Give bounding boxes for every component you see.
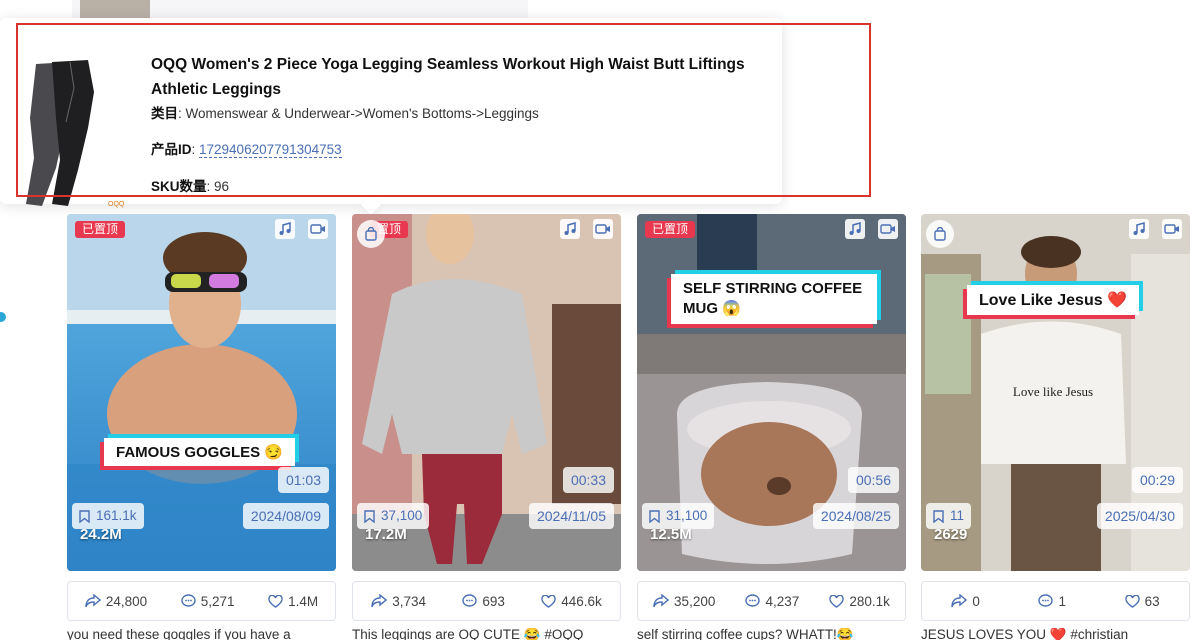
comment-value: 5,271 [200,593,235,609]
comment-icon [181,594,196,607]
like-value: 280.1k [849,593,890,609]
publish-date: 2024/11/05 [528,503,614,529]
heart-icon [1124,594,1140,608]
side-indicator-dot[interactable] [0,312,6,322]
views-count: 24.2M [80,526,122,543]
like-value: 63 [1144,593,1160,609]
video-description[interactable]: self stirring coffee cups? WHATT!😂 [637,628,906,640]
shopping-bag-icon [934,227,946,241]
shopping-bag-button[interactable] [357,220,385,248]
bookmark-icon [649,509,660,523]
video-duration: 00:56 [847,467,899,493]
video-description[interactable]: you need these goggles if you have a [67,628,336,640]
like-value: 446.6k [561,593,602,609]
heart-icon [268,594,283,608]
publish-date: 2024/08/25 [812,503,899,529]
comment-stat[interactable]: 693 [462,594,505,609]
share-stat[interactable]: 0 [951,594,980,609]
share-stat[interactable]: 24,800 [85,594,147,609]
shopping-bag-button[interactable] [926,220,954,248]
engagement-stats: 3,734 693 446.6k [352,581,621,621]
share-icon [85,594,101,608]
share-stat[interactable]: 35,200 [653,594,715,609]
comment-value: 693 [482,593,505,609]
pinned-badge: 已置顶 [645,221,696,238]
share-value: 0 [972,593,980,609]
music-icon[interactable] [560,219,580,239]
views-count: 17.2M [365,526,407,543]
shopping-bag-icon [365,227,377,241]
music-icon[interactable] [275,219,295,239]
comment-stat[interactable]: 1 [1038,594,1066,609]
like-stat[interactable]: 1.4M [268,594,318,609]
like-value: 1.4M [288,593,319,609]
views-count: 2629 [934,526,968,543]
comment-stat[interactable]: 4,237 [745,594,799,609]
shirt-print: Love like Jesus [1013,384,1093,399]
publish-date: 2025/04/30 [1096,503,1183,529]
brand-mark: OQQ [108,201,125,208]
publish-date: 2024/08/09 [242,503,329,529]
video-card[interactable]: 已置顶 FAMOUS GOGGLES 😏 01:03 161.1k 2024/0… [67,214,336,571]
comment-value: 4,237 [765,593,800,609]
views-count: 12.5M [650,526,692,543]
heart-icon [541,594,556,608]
video-icon[interactable] [593,219,613,239]
video-icon[interactable] [308,219,328,239]
bookmark-icon [933,509,944,523]
like-stat[interactable]: 280.1k [829,594,890,609]
video-caption: Love Like Jesus ❤️ [967,285,1139,315]
comment-icon [1038,594,1054,607]
video-duration: 00:33 [562,467,614,493]
engagement-stats: 35,200 4,237 280.1k [637,581,906,621]
pinned-badge: 已置顶 [75,221,126,238]
share-icon [653,594,670,608]
bookmark-icon [79,509,90,523]
heart-icon [829,594,845,608]
share-value: 3,734 [392,593,426,609]
comment-value: 1 [1058,593,1066,609]
video-duration: 00:29 [1131,467,1183,493]
like-stat[interactable]: 446.6k [541,594,602,609]
share-icon [951,594,968,608]
video-icon[interactable] [878,219,898,239]
video-icon[interactable] [1162,219,1182,239]
share-value: 24,800 [105,593,148,609]
comment-icon [462,594,478,607]
like-stat[interactable]: 63 [1124,593,1160,609]
music-icon[interactable] [1129,219,1149,239]
music-icon[interactable] [845,219,865,239]
video-card[interactable]: 已置顶 SELF STIRRING COFFEE MUG 😱 00:56 31,… [637,214,906,571]
video-description[interactable]: This leggings are OQ CUTE 😂 #OQQ [352,628,621,640]
comment-stat[interactable]: 5,271 [181,594,235,609]
video-caption: FAMOUS GOGGLES 😏 [104,438,296,466]
video-card[interactable]: 置顶 00:33 37,100 2024/11/05 17.2M [352,214,621,571]
share-icon [371,594,388,608]
video-description[interactable]: JESUS LOVES YOU ❤️ #christian [921,628,1190,640]
engagement-stats: 0 1 63 [921,581,1190,621]
engagement-stats: 24,800 5,271 1.4M [67,581,336,621]
video-caption: SELF STIRRING COFFEE MUG 😱 [671,274,877,324]
highlight-frame [16,23,871,197]
share-stat[interactable]: 3,734 [371,594,426,609]
comment-icon [745,594,761,607]
bookmark-icon [364,509,375,523]
video-duration: 01:03 [277,467,329,493]
video-card[interactable]: Love like Jesus Love Like Jesus ❤️ 00:29… [921,214,1190,571]
share-value: 35,200 [674,593,716,609]
